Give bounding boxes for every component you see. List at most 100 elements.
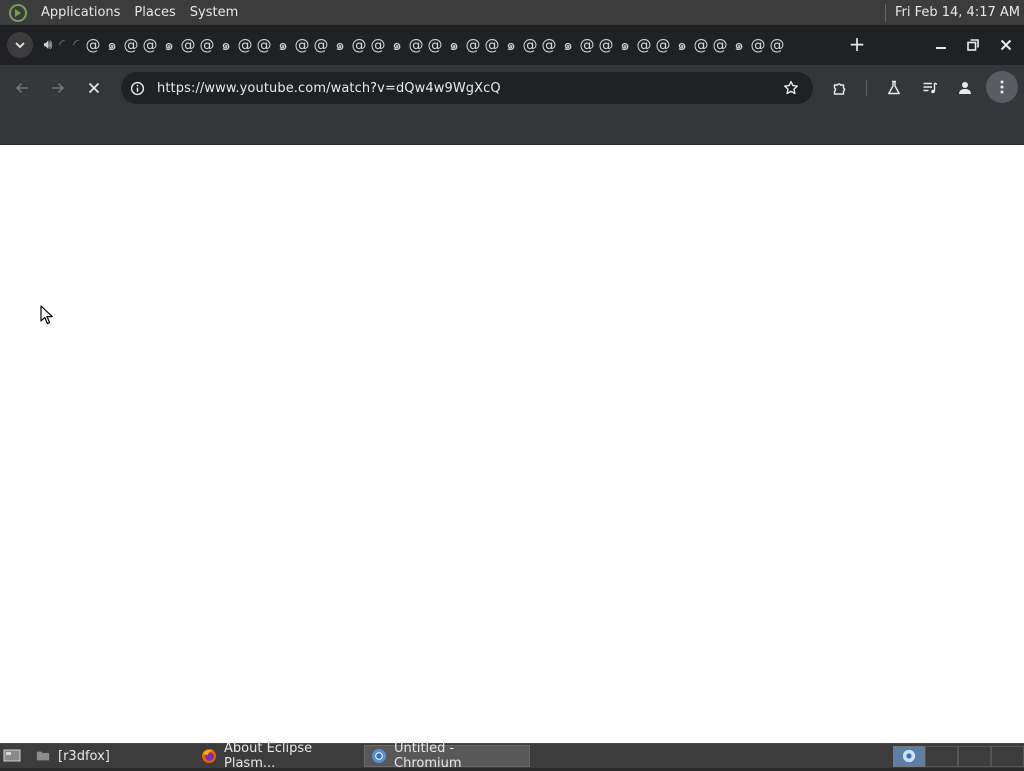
tab-favicon-icon[interactable]: ๑	[672, 36, 691, 54]
tab-favicon-icon[interactable]: @	[748, 36, 767, 54]
arrow-left-icon	[15, 82, 28, 94]
tab-favicon-icon[interactable]: @	[235, 36, 254, 54]
chromium-icon	[902, 749, 916, 763]
minimize-button[interactable]	[929, 33, 953, 57]
tab-favicon-icon[interactable]: ๑	[216, 36, 235, 54]
tab-favicon-icon[interactable]: @	[577, 36, 596, 54]
forward-button[interactable]	[44, 74, 72, 102]
tab-favicon-icon[interactable]: @	[710, 36, 729, 54]
close-icon	[88, 82, 100, 94]
show-desktop-button[interactable]	[0, 744, 24, 768]
close-icon	[1000, 39, 1012, 51]
address-bar[interactable]: https://www.youtube.com/watch?v=dQw4w9Wg…	[121, 72, 813, 104]
tabs-row: 🔊︎ ◜ ◜ @๑ @ @๑ @ @๑ @ @๑ @ @๑ @ @๑ @ @๑ @ @๑ @ @๑ @ @๑ @ @๑ @…	[41, 32, 811, 58]
tab-favicon-icon[interactable]: @	[178, 36, 197, 54]
flask-icon	[888, 80, 900, 95]
panel-menu: Applications Places System	[0, 0, 245, 25]
folder-icon	[35, 748, 51, 764]
page-content[interactable]	[0, 146, 1024, 743]
toolbar-divider	[866, 80, 867, 96]
panel-clock[interactable]: Fri Feb 14, 4:17 AM	[885, 0, 1024, 25]
tab-loading-spinner[interactable]: ◜	[69, 36, 83, 54]
tab-favicon-icon[interactable]: @	[425, 36, 444, 54]
mouse-cursor-icon	[40, 305, 53, 325]
distro-logo-icon[interactable]	[9, 3, 27, 22]
tab-favicon-icon[interactable]: @	[463, 36, 482, 54]
browser-toolbar: https://www.youtube.com/watch?v=dQw4w9Wg…	[0, 65, 1024, 111]
more-vertical-icon	[1000, 80, 1004, 94]
tab-favicon-icon[interactable]: @	[349, 36, 368, 54]
chevron-down-icon	[15, 42, 25, 49]
task-button[interactable]: About Eclipse Plasm...	[194, 741, 360, 771]
tab-favicon-icon[interactable]: @	[596, 36, 615, 54]
back-button[interactable]	[8, 74, 36, 102]
tab-favicon-icon[interactable]: @	[482, 36, 501, 54]
workspace-1[interactable]	[893, 745, 925, 767]
tab-favicon-icon[interactable]: @	[121, 36, 140, 54]
tab-favicon-icon[interactable]: @	[520, 36, 539, 54]
tab-favicon-icon[interactable]: ๑	[159, 36, 178, 54]
restore-icon	[967, 39, 979, 51]
tab-search-button[interactable]	[7, 32, 33, 58]
media-controls-button[interactable]	[916, 74, 944, 102]
task-label: About Eclipse Plasm...	[224, 741, 313, 771]
top-panel: Applications Places System Fri Feb 14, 4…	[0, 0, 1024, 25]
tab-favicon-icon[interactable]: ๑	[102, 36, 121, 54]
tab-favicon-icon[interactable]: ๑	[615, 36, 634, 54]
bookmark-star-icon[interactable]	[783, 80, 799, 96]
chromium-window: 🔊︎ ◜ ◜ @๑ @ @๑ @ @๑ @ @๑ @ @๑ @ @๑ @ @๑ @ @๑ @ @๑ @ @๑ @ @๑ @…	[0, 25, 1024, 743]
tab-favicon-icon[interactable]: @	[539, 36, 558, 54]
tab-favicon-icon[interactable]: ๑	[558, 36, 577, 54]
bookmarks-bar	[0, 111, 1024, 145]
task-label: [r3dfox]	[58, 748, 110, 764]
puzzle-icon	[833, 83, 846, 95]
profile-button[interactable]	[951, 74, 979, 102]
menu-system[interactable]: System	[183, 0, 245, 25]
workspace-switcher	[893, 744, 1024, 768]
person-icon	[959, 82, 971, 94]
tab-favicon-icon[interactable]: @	[368, 36, 387, 54]
workspace-3[interactable]	[958, 745, 991, 767]
task-button[interactable]: [r3dfox]	[28, 745, 190, 767]
desktop-icon	[3, 749, 21, 762]
tab-favicon-icon[interactable]: @	[406, 36, 425, 54]
arrow-right-icon	[52, 82, 65, 94]
extensions-button[interactable]	[826, 74, 854, 102]
tab-loading-spinner[interactable]: ◜	[55, 36, 69, 54]
tab-favicon-icon[interactable]: @	[254, 36, 273, 54]
tab-favicon-icon[interactable]: ๑	[387, 36, 406, 54]
close-window-button[interactable]	[994, 33, 1018, 57]
tab-favicon-icon[interactable]: @	[292, 36, 311, 54]
tab-favicon-icon[interactable]: @	[140, 36, 159, 54]
task-button[interactable]: Untitled - Chromium	[364, 741, 530, 771]
tab-favicon-icon[interactable]: @	[653, 36, 672, 54]
tab-favicon-icon[interactable]: ๑	[273, 36, 292, 54]
tab-strip: 🔊︎ ◜ ◜ @๑ @ @๑ @ @๑ @ @๑ @ @๑ @ @๑ @ @๑ @ @๑ @ @๑ @ @๑ @ @๑ @…	[0, 25, 1024, 65]
tab-favicon-icon[interactable]: @	[311, 36, 330, 54]
chrome-labs-button[interactable]	[880, 74, 908, 102]
browser-menu-button[interactable]	[986, 71, 1018, 103]
menu-applications[interactable]: Applications	[34, 0, 127, 25]
menu-places[interactable]: Places	[127, 0, 182, 25]
firefox-icon	[201, 748, 217, 764]
tab-favicon-icon[interactable]: @	[634, 36, 653, 54]
tab-favicon-icon[interactable]: @	[83, 36, 102, 54]
stop-loading-button[interactable]	[80, 74, 108, 102]
tab-audio-icon[interactable]: 🔊︎	[41, 36, 55, 54]
tab-favicon-icon[interactable]: ๑	[729, 36, 748, 54]
tab-favicon-icon[interactable]: @	[767, 36, 786, 54]
tab-favicon-icon[interactable]: @	[691, 36, 710, 54]
tab-favicon-icon[interactable]: ๑	[501, 36, 520, 54]
task-label: Untitled - Chromium	[394, 741, 462, 771]
tab-favicon-icon[interactable]: ๑	[330, 36, 349, 54]
tab-favicon-icon[interactable]: @	[197, 36, 216, 54]
new-tab-button[interactable]: +	[846, 33, 868, 55]
site-info-button[interactable]	[129, 80, 145, 96]
url-text[interactable]: https://www.youtube.com/watch?v=dQw4w9Wg…	[157, 81, 501, 96]
workspace-4[interactable]	[991, 745, 1024, 767]
info-circle-icon	[130, 81, 144, 95]
workspace-2[interactable]	[925, 745, 958, 767]
tab-favicon-icon[interactable]: ๑	[444, 36, 463, 54]
chromium-icon	[371, 748, 387, 764]
restore-button[interactable]	[961, 33, 985, 57]
